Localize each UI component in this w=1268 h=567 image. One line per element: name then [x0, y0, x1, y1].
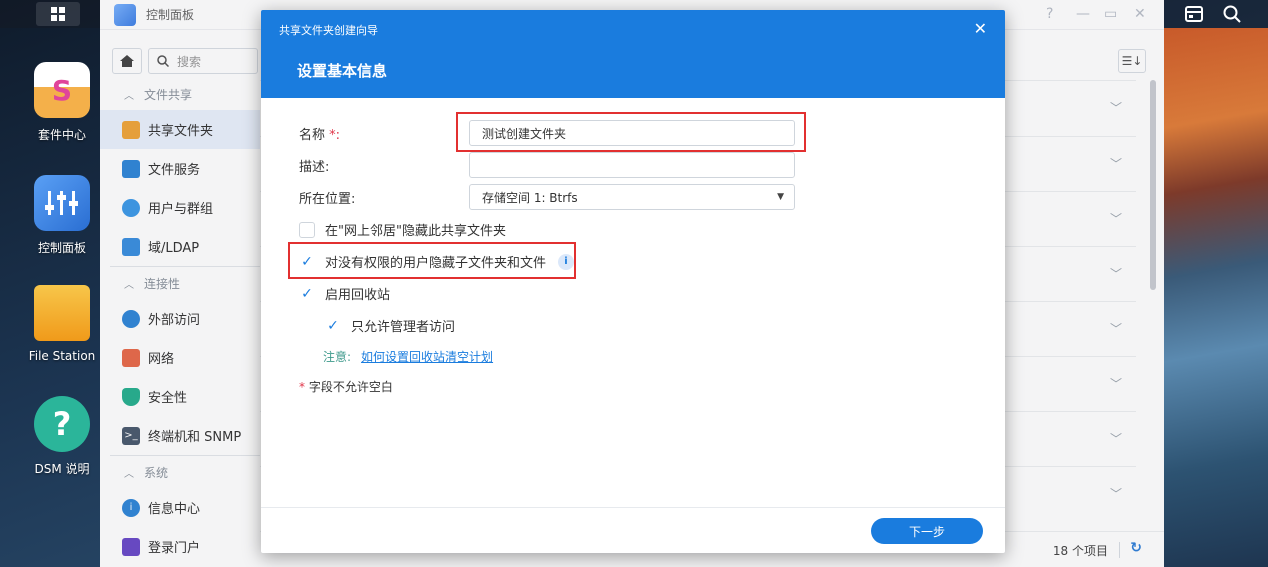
location-select[interactable]: 存储空间 1: Btrfs ▼	[469, 184, 795, 210]
desktop-icon-control-panel[interactable]: 控制面板	[20, 175, 104, 256]
location-label: 所在位置:	[299, 191, 356, 207]
desktop-icon-dsm-help[interactable]: ? DSM 说明	[20, 396, 104, 477]
location-row: 所在位置: 存储空间 1: Btrfs ▼	[299, 184, 795, 210]
recycle-schedule-link[interactable]: 如何设置回收站清空计划	[361, 350, 493, 364]
folder-icon	[34, 285, 90, 341]
checkbox-label: 启用回收站	[325, 288, 391, 303]
dialog-header: 共享文件夹创建向导 ✕ 设置基本信息	[261, 10, 1005, 98]
caret-down-icon: ▼	[777, 192, 784, 202]
control-panel-icon	[34, 175, 90, 231]
recycle-bin-checkbox[interactable]: ✓	[299, 286, 315, 302]
location-select-value: 存储空间 1: Btrfs	[482, 190, 578, 205]
desktop-icon-label: 控制面板	[37, 241, 86, 255]
hide-network-checkbox[interactable]	[299, 221, 315, 238]
shared-folder-wizard-dialog: 共享文件夹创建向导 ✕ 设置基本信息 名称 *: 测试创建文件夹 描述: 所在位…	[261, 10, 1005, 553]
step-title: 设置基本信息	[297, 62, 388, 80]
search-button[interactable]	[1210, 2, 1254, 26]
grid-icon	[51, 7, 65, 21]
close-icon[interactable]: ✕	[974, 19, 987, 38]
help-icon: ?	[34, 396, 90, 452]
widget-icon	[1185, 6, 1203, 22]
checkbox-label: 在"网上邻居"隐藏此共享文件夹	[325, 224, 506, 239]
name-label: 名称 *:	[299, 124, 469, 143]
note-label: 注意:	[323, 350, 352, 364]
required-note-text: 字段不允许空白	[308, 380, 393, 394]
desktop-icon-label: File Station	[28, 349, 96, 363]
required-mark: *	[299, 380, 305, 394]
recycle-bin-option[interactable]: ✓ 启用回收站	[299, 284, 391, 304]
package-center-icon: S	[34, 62, 90, 118]
checkbox-label: 只允许管理者访问	[351, 320, 456, 335]
admin-only-option[interactable]: ✓ 只允许管理者访问	[325, 316, 456, 336]
main-menu-button[interactable]	[36, 2, 80, 26]
recycle-note: 注意: 如何设置回收站清空计划	[323, 348, 493, 365]
dialog-footer: 下一步	[261, 507, 1005, 553]
description-input[interactable]	[469, 152, 795, 178]
search-icon	[1223, 5, 1241, 23]
next-button[interactable]: 下一步	[871, 518, 983, 544]
description-row: 描述:	[299, 152, 795, 178]
desktop-icon-label: 套件中心	[37, 128, 86, 142]
dialog-window-title: 共享文件夹创建向导	[279, 24, 378, 37]
desktop-icon-file-station[interactable]: File Station	[20, 285, 104, 363]
desktop-icon-label: DSM 说明	[34, 462, 90, 476]
highlight-box-name	[456, 112, 806, 152]
highlight-box-hide-subfolders	[288, 242, 576, 279]
admin-only-checkbox[interactable]: ✓	[325, 318, 341, 334]
desktop-wallpaper	[1164, 28, 1268, 567]
name-label-text: 名称	[299, 127, 326, 143]
hide-network-option[interactable]: 在"网上邻居"隐藏此共享文件夹	[299, 220, 506, 239]
desktop-icon-package-center[interactable]: S 套件中心	[20, 62, 104, 143]
description-label: 描述:	[299, 159, 330, 175]
required-mark: *:	[329, 127, 341, 143]
required-field-note: * 字段不允许空白	[299, 378, 393, 395]
